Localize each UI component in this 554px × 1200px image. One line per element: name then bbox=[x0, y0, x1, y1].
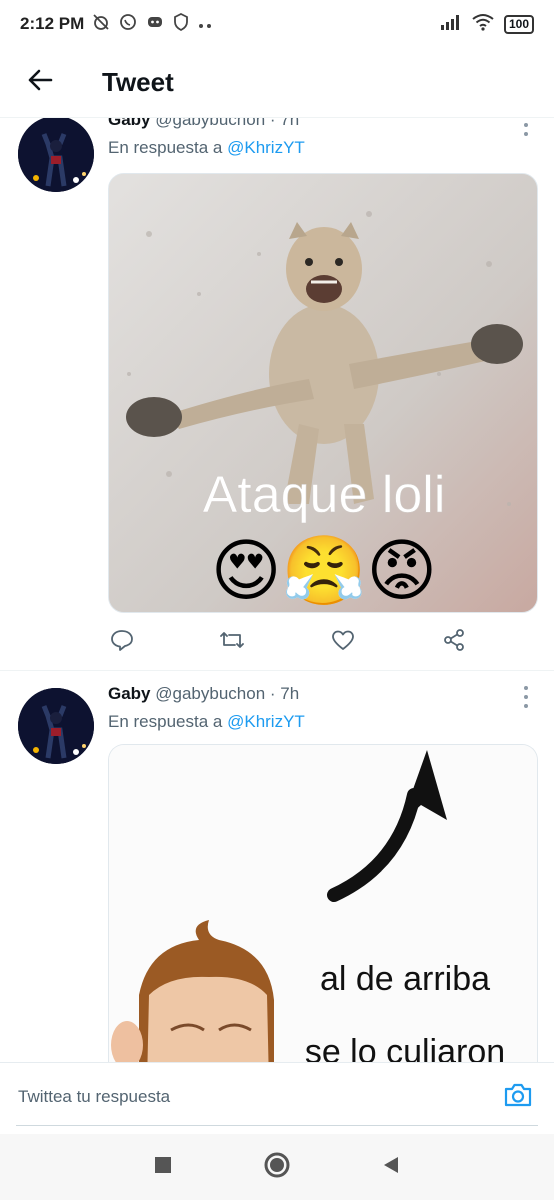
tweet-header: Gaby @gabybuchon · 7h bbox=[108, 684, 299, 704]
reply-composer: Twittea tu respuesta bbox=[0, 1062, 554, 1134]
home-button[interactable] bbox=[262, 1152, 292, 1182]
status-bar: 2:12 PM 100 bbox=[0, 0, 554, 48]
author-handle: @gabybuchon bbox=[155, 118, 266, 129]
camera-button[interactable] bbox=[500, 1079, 536, 1115]
author-handle: @gabybuchon bbox=[155, 684, 266, 703]
reply-icon bbox=[110, 628, 134, 657]
tweet-header: Gaby @gabybuchon · 7h bbox=[108, 118, 299, 130]
discord-icon bbox=[146, 13, 164, 35]
like-icon bbox=[331, 628, 355, 657]
signal-icon bbox=[440, 14, 462, 35]
reply-context: En respuesta a @KhrizYT bbox=[108, 138, 305, 158]
tweet-actions bbox=[108, 622, 538, 662]
wifi-icon bbox=[472, 13, 494, 36]
square-icon bbox=[154, 1156, 172, 1179]
tweet-time: · 7h bbox=[269, 684, 300, 703]
arrow-meme-image: al de arriba se lo culiaron bbox=[109, 745, 537, 1062]
whatsapp-icon bbox=[119, 13, 137, 35]
back-arrow-icon bbox=[27, 67, 53, 98]
reply-to-link[interactable]: @KhrizYT bbox=[227, 138, 305, 157]
retweet-button[interactable] bbox=[212, 622, 252, 662]
tweet[interactable]: Gaby @gabybuchon · 7h En respuesta a @Kh… bbox=[0, 118, 554, 670]
more-icon[interactable] bbox=[516, 686, 536, 708]
reply-prefix: En respuesta a bbox=[108, 712, 223, 731]
more-notifications-icon bbox=[198, 16, 212, 33]
share-button[interactable] bbox=[434, 622, 474, 662]
status-system-icons: 100 bbox=[440, 13, 534, 36]
tweet-time: · 7h bbox=[269, 118, 300, 129]
image-caption-line1: al de arriba bbox=[320, 960, 490, 998]
reply-input[interactable]: Twittea tu respuesta bbox=[18, 1087, 170, 1107]
top-app-bar: Tweet bbox=[0, 48, 554, 118]
image-emojis: 😍😤😡 bbox=[211, 532, 437, 611]
avatar[interactable] bbox=[18, 118, 94, 192]
like-button[interactable] bbox=[323, 622, 363, 662]
system-nav-bar bbox=[0, 1134, 554, 1200]
image-caption-line2: se lo culiaron bbox=[305, 1033, 505, 1062]
recents-button[interactable] bbox=[148, 1152, 178, 1182]
more-icon[interactable] bbox=[516, 118, 536, 136]
tweet[interactable]: Gaby @gabybuchon · 7h En respuesta a @Kh… bbox=[0, 680, 554, 1062]
battery-indicator: 100 bbox=[503, 14, 534, 34]
share-icon bbox=[442, 628, 466, 657]
status-notification-icons bbox=[92, 12, 212, 35]
silent-alarm-icon bbox=[92, 13, 110, 35]
page-title: Tweet bbox=[102, 67, 174, 97]
reply-button[interactable] bbox=[102, 622, 142, 662]
status-time: 2:12 PM bbox=[20, 14, 85, 33]
image-caption: Ataque loli bbox=[203, 466, 446, 524]
retweet-icon bbox=[219, 628, 245, 657]
cougar-meme-image: Ataque loli 😍😤😡 bbox=[109, 174, 537, 612]
divider bbox=[0, 670, 554, 671]
tweet-image[interactable]: Ataque loli 😍😤😡 bbox=[108, 173, 538, 613]
reply-input-underline bbox=[16, 1125, 538, 1126]
shield-icon bbox=[173, 12, 189, 35]
reply-to-link[interactable]: @KhrizYT bbox=[227, 712, 305, 731]
reply-context: En respuesta a @KhrizYT bbox=[108, 712, 305, 732]
reply-prefix: En respuesta a bbox=[108, 138, 223, 157]
back-nav-button[interactable] bbox=[376, 1152, 406, 1182]
avatar[interactable] bbox=[18, 688, 94, 764]
camera-icon bbox=[503, 1081, 533, 1114]
circle-icon bbox=[263, 1151, 291, 1184]
author-name[interactable]: Gaby bbox=[108, 118, 151, 129]
back-button[interactable] bbox=[10, 53, 70, 113]
triangle-back-icon bbox=[381, 1155, 401, 1180]
tweet-feed[interactable]: Gaby @gabybuchon · 7h En respuesta a @Kh… bbox=[0, 118, 554, 1062]
author-name[interactable]: Gaby bbox=[108, 684, 151, 703]
tweet-image[interactable]: al de arriba se lo culiaron bbox=[108, 744, 538, 1062]
